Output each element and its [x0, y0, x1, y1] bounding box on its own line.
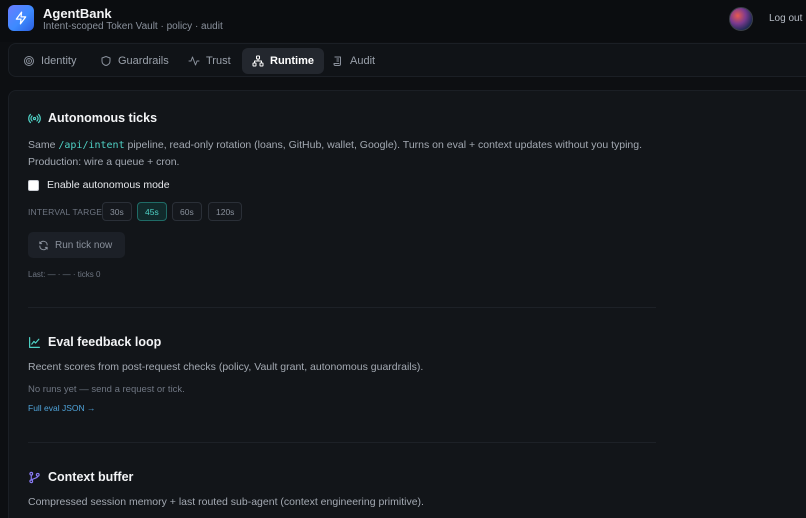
tab-label: Audit	[350, 55, 376, 67]
run-tick-label: Run tick now	[55, 239, 113, 251]
eval-empty-state: No runs yet — send a request or tick.	[28, 384, 185, 395]
interval-chip-45s[interactable]: 45s	[137, 202, 167, 221]
network-icon	[252, 55, 264, 67]
fingerprint-icon	[24, 56, 34, 66]
autonomous-mode-row: Enable autonomous mode	[28, 179, 170, 191]
lightning-icon	[15, 11, 27, 25]
api-endpoint-code: /api/intent	[58, 140, 125, 151]
app-name: AgentBank	[43, 6, 112, 21]
chart-line-icon	[29, 336, 40, 348]
context-title: Context buffer	[48, 470, 134, 484]
interval-chip-30s[interactable]: 30s	[102, 202, 132, 221]
tab-label: Identity	[41, 55, 77, 67]
context-section-header: Context buffer	[28, 470, 133, 484]
eval-description: Recent scores from post-request checks (…	[28, 361, 424, 373]
desc-text-line2: Production: wire a queue + cron.	[28, 156, 180, 168]
run-tick-button[interactable]: Run tick now	[28, 232, 125, 258]
eval-title: Eval feedback loop	[48, 335, 162, 349]
tab-bar: Identity Guardrails Trust Runtime Audit	[8, 43, 806, 77]
broadcast-icon	[28, 113, 41, 123]
tab-audit[interactable]: Audit	[322, 48, 385, 74]
section-divider	[28, 307, 656, 308]
tab-trust[interactable]: Trust	[178, 48, 241, 74]
app-header: AgentBank Intent-scoped Token Vault · po…	[0, 0, 806, 42]
last-tick-status: Last: — · — · ticks 0	[28, 270, 101, 279]
pulse-icon	[188, 56, 200, 66]
section-divider	[28, 442, 656, 443]
app-subtitle: Intent-scoped Token Vault · policy · aud…	[43, 21, 223, 32]
autonomous-mode-label[interactable]: Enable autonomous mode	[47, 179, 170, 191]
desc-text: Same	[28, 139, 59, 151]
eval-section-header: Eval feedback loop	[28, 335, 161, 349]
tab-identity[interactable]: Identity	[13, 48, 86, 74]
tab-guardrails[interactable]: Guardrails	[90, 48, 179, 74]
interval-chip-120s[interactable]: 120s	[208, 202, 243, 221]
desc-text: pipeline, read-only rotation (loans, Git…	[124, 139, 643, 151]
tab-runtime[interactable]: Runtime	[242, 48, 324, 74]
refresh-icon	[39, 240, 48, 250]
interval-target-label: INTERVAL TARGET	[28, 207, 108, 217]
autonomous-section-header: Autonomous ticks	[28, 111, 157, 125]
interval-chip-60s[interactable]: 60s	[172, 202, 202, 221]
autonomous-mode-checkbox[interactable]	[28, 179, 39, 191]
git-branch-icon	[29, 471, 40, 483]
app-logo[interactable]	[8, 5, 34, 31]
full-eval-json-link[interactable]: Full eval JSON →	[28, 403, 96, 413]
logout-button[interactable]: Log out	[769, 13, 802, 24]
scroll-icon	[333, 56, 341, 66]
tab-label: Runtime	[270, 55, 314, 67]
avatar[interactable]	[729, 7, 753, 31]
tab-label: Guardrails	[118, 55, 169, 67]
autonomous-title: Autonomous ticks	[48, 111, 158, 125]
tab-label: Trust	[206, 55, 231, 67]
context-description: Compressed session memory + last routed …	[28, 496, 424, 508]
autonomous-description: Same /api/intent pipeline, read-only rot…	[28, 137, 668, 170]
shield-icon	[101, 56, 111, 66]
